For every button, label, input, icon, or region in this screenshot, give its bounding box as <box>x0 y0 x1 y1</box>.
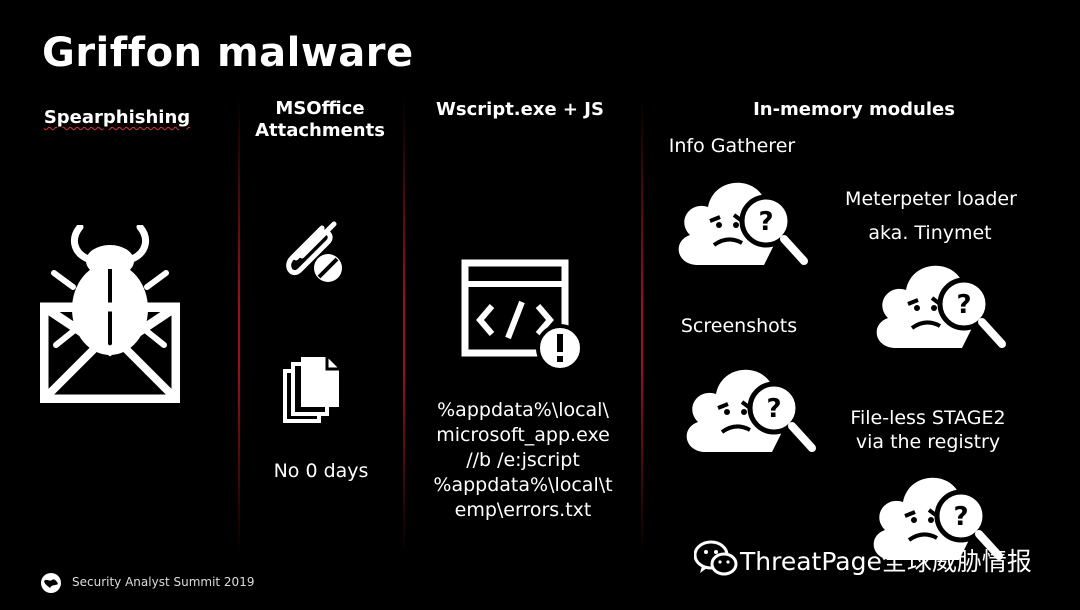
svg-text:?: ? <box>758 207 773 237</box>
column-divider <box>641 95 643 555</box>
command-line-3: //b /e:jscript <box>466 449 580 471</box>
ghost-magnifier-icon: ? <box>678 352 818 464</box>
documents-icon <box>283 355 341 425</box>
column-heading-in-memory: In-memory modules <box>753 99 955 120</box>
column-heading-spearphishing: Spearphishing <box>43 107 191 128</box>
svg-text:?: ? <box>766 394 781 424</box>
ghost-magnifier-icon: ? <box>670 165 810 277</box>
script-warning-icon <box>460 258 584 370</box>
column-heading-wscript: Wscript.exe + JS <box>436 99 604 120</box>
bug-envelope-icon <box>40 225 180 403</box>
no-zero-days-label: No 0 days <box>273 460 369 482</box>
module-screenshots: Screenshots <box>680 315 798 337</box>
module-meterpeter-loader: Meterpeter loader <box>845 188 1017 210</box>
module-stage2: File-less STAGE2 via the registry <box>850 407 1006 453</box>
slide-title: Griffon malware <box>42 30 414 76</box>
footer-text: Security Analyst Summit 2019 <box>72 575 255 589</box>
module-info-gatherer: Info Gatherer <box>668 135 796 157</box>
command-line-text: %appdata%\local\ microsoft_app.exe //b /… <box>412 398 634 523</box>
column-heading-msoffice: MSOffice Attachments <box>255 98 385 141</box>
command-line-4: %appdata%\local\t <box>433 474 613 496</box>
svg-text:?: ? <box>956 290 971 320</box>
ghost-magnifier-icon: ? <box>868 248 1008 360</box>
module-tinymet: aka. Tinymet <box>868 222 992 244</box>
command-line-1: %appdata%\local\ <box>437 399 609 421</box>
column-divider <box>403 95 405 555</box>
paperclip-icon <box>278 218 346 286</box>
watermark-text: ThreatPage全球威胁情报 <box>740 547 1032 576</box>
wechat-icon <box>694 540 738 578</box>
svg-text:?: ? <box>953 502 968 532</box>
command-line-2: microsoft_app.exe <box>436 424 610 446</box>
command-line-5: emp\errors.txt <box>454 499 592 521</box>
globe-icon <box>40 572 62 594</box>
column-divider <box>238 95 240 555</box>
